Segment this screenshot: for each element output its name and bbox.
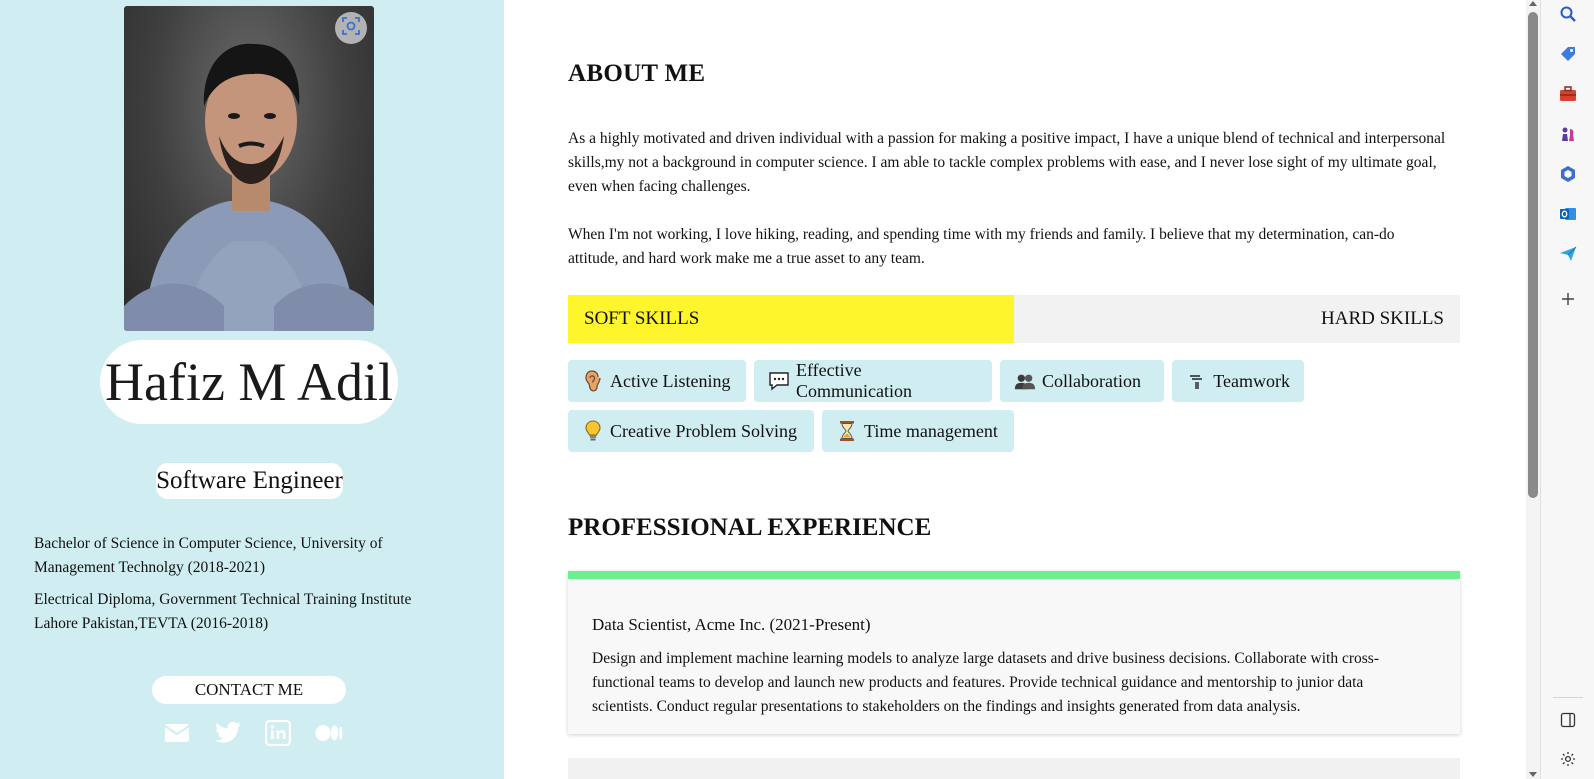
visual-search-icon xyxy=(341,16,361,40)
experience-heading: PROFESSIONAL EXPERIENCE xyxy=(568,514,932,541)
send-icon[interactable] xyxy=(1555,241,1581,267)
scroll-thumb[interactable] xyxy=(1528,12,1538,498)
skill-label: Effective Communication xyxy=(796,360,912,401)
profile-photo xyxy=(124,6,374,331)
toolbox-icon[interactable] xyxy=(1555,81,1581,107)
resume-page: Hafiz M Adil Software Engineer Bachelor … xyxy=(0,0,1594,779)
about-paragraph: As a highly motivated and driven individ… xyxy=(568,130,1446,195)
settings-icon[interactable] xyxy=(1555,746,1581,772)
linkedin-icon[interactable] xyxy=(259,717,298,749)
split-screen-icon[interactable] xyxy=(1555,707,1581,733)
twitter-icon[interactable] xyxy=(209,717,248,749)
sidebar-divider xyxy=(1553,697,1583,698)
ear-icon xyxy=(582,370,604,392)
speech-bubble-icon xyxy=(768,370,790,392)
skill-label: Active Listening xyxy=(610,370,731,391)
profile-name: Hafiz M Adil xyxy=(100,340,398,424)
profile-role: Software Engineer xyxy=(156,463,343,499)
education-item: Electrical Diploma, Government Technical… xyxy=(34,591,412,632)
skill-chip: Effective Communication xyxy=(754,360,992,402)
skill-label: Time management xyxy=(864,420,998,441)
skill-label: Collaboration xyxy=(1042,370,1141,391)
education-item: Bachelor of Science in Computer Science,… xyxy=(34,535,383,576)
about-heading: ABOUT ME xyxy=(568,60,706,87)
tab-hard-skills[interactable]: HARD SKILLS xyxy=(1014,295,1460,343)
lightbulb-icon xyxy=(582,420,604,442)
tab-soft-skills[interactable]: SOFT SKILLS xyxy=(568,295,1014,343)
about-paragraph: When I'm not working, I love hiking, rea… xyxy=(568,226,1395,267)
hourglass-icon xyxy=(836,420,858,442)
mail-icon[interactable] xyxy=(158,717,197,749)
skill-chip: Collaboration xyxy=(1000,360,1164,402)
skill-chip: Teamwork xyxy=(1172,360,1304,402)
add-icon[interactable] xyxy=(1555,286,1581,312)
teamwork-icon xyxy=(1186,370,1207,392)
people-icon xyxy=(1014,370,1036,392)
tag-icon[interactable] xyxy=(1555,41,1581,67)
skill-chip: Time management xyxy=(822,410,1014,452)
profile-sidebar: Hafiz M Adil Software Engineer Bachelor … xyxy=(0,0,504,779)
medium-icon[interactable] xyxy=(310,717,349,749)
search-icon[interactable] xyxy=(1555,1,1581,27)
outlook-icon[interactable] xyxy=(1555,201,1581,227)
skills-tabs: SOFT SKILLS HARD SKILLS xyxy=(568,295,1460,343)
skill-label: Creative Problem Solving xyxy=(610,420,797,441)
main-content: ABOUT ME As a highly motivated and drive… xyxy=(504,0,1526,779)
experience-card-next xyxy=(568,758,1460,779)
experience-title: Data Scientist, Acme Inc. (2021-Present) xyxy=(592,615,871,634)
experience-card: Data Scientist, Acme Inc. (2021-Present)… xyxy=(568,571,1460,734)
skill-chip: Creative Problem Solving xyxy=(568,410,814,452)
experience-description: Design and implement machine learning mo… xyxy=(592,650,1379,715)
skill-chip: Active Listening xyxy=(568,360,746,402)
profile-photo-art xyxy=(124,43,374,331)
copilot-icon[interactable] xyxy=(1555,161,1581,187)
skill-label: Teamwork xyxy=(1213,370,1290,391)
visual-search-button[interactable] xyxy=(335,12,367,44)
chess-icon[interactable] xyxy=(1555,121,1581,147)
browser-sidebar xyxy=(1540,0,1594,779)
scroll-down-icon[interactable] xyxy=(1529,770,1537,778)
scroll-up-icon[interactable] xyxy=(1529,0,1537,8)
social-links xyxy=(158,717,348,749)
contact-me-button[interactable]: CONTACT ME xyxy=(152,676,346,704)
page-scrollbar[interactable] xyxy=(1526,0,1540,779)
